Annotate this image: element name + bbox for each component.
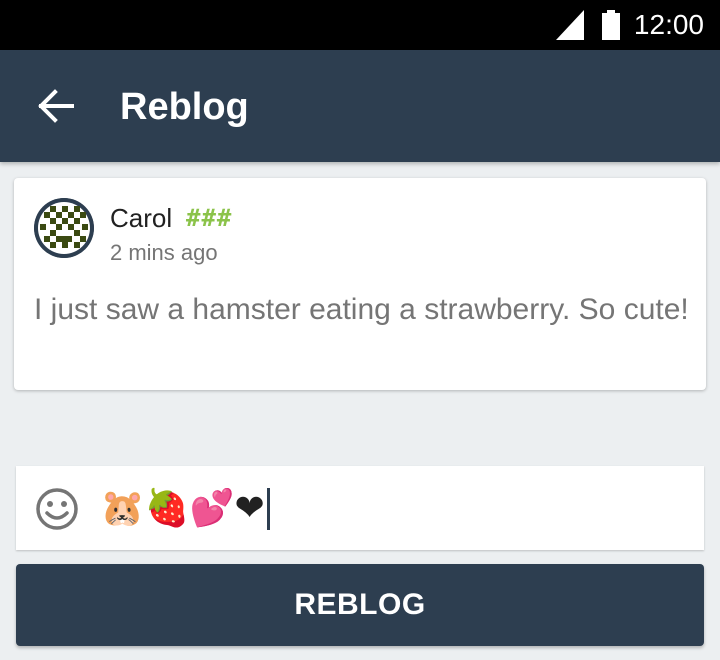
reblog-button[interactable]: REBLOG xyxy=(16,564,704,646)
status-bar: 12:00 xyxy=(0,0,720,50)
smiley-icon[interactable] xyxy=(34,486,80,532)
avatar[interactable] xyxy=(34,198,94,258)
signal-icon xyxy=(556,10,584,40)
post-author[interactable]: Carol xyxy=(110,202,172,234)
comment-input-row: 🐹🍓💕❤ xyxy=(16,466,704,550)
arrow-left-icon xyxy=(38,89,74,123)
status-time: 12:00 xyxy=(633,9,704,40)
comment-field[interactable]: 🐹🍓💕❤ xyxy=(100,484,270,534)
post-text: I just saw a hamster eating a strawberry… xyxy=(34,293,689,326)
post-timestamp: 2 mins ago xyxy=(110,240,218,265)
post-card: Carol ### 2 mins ago I just saw a hamste… xyxy=(14,178,706,390)
pixel-avatar-icon xyxy=(34,198,94,258)
text-caret xyxy=(266,488,270,530)
battery-icon xyxy=(602,10,620,40)
back-button[interactable] xyxy=(24,76,88,136)
app-bar: Reblog xyxy=(0,50,720,162)
comment-field-value: 🐹🍓💕❤ xyxy=(100,488,265,529)
page-title: Reblog xyxy=(120,86,249,128)
author-tag: ### xyxy=(186,204,233,232)
